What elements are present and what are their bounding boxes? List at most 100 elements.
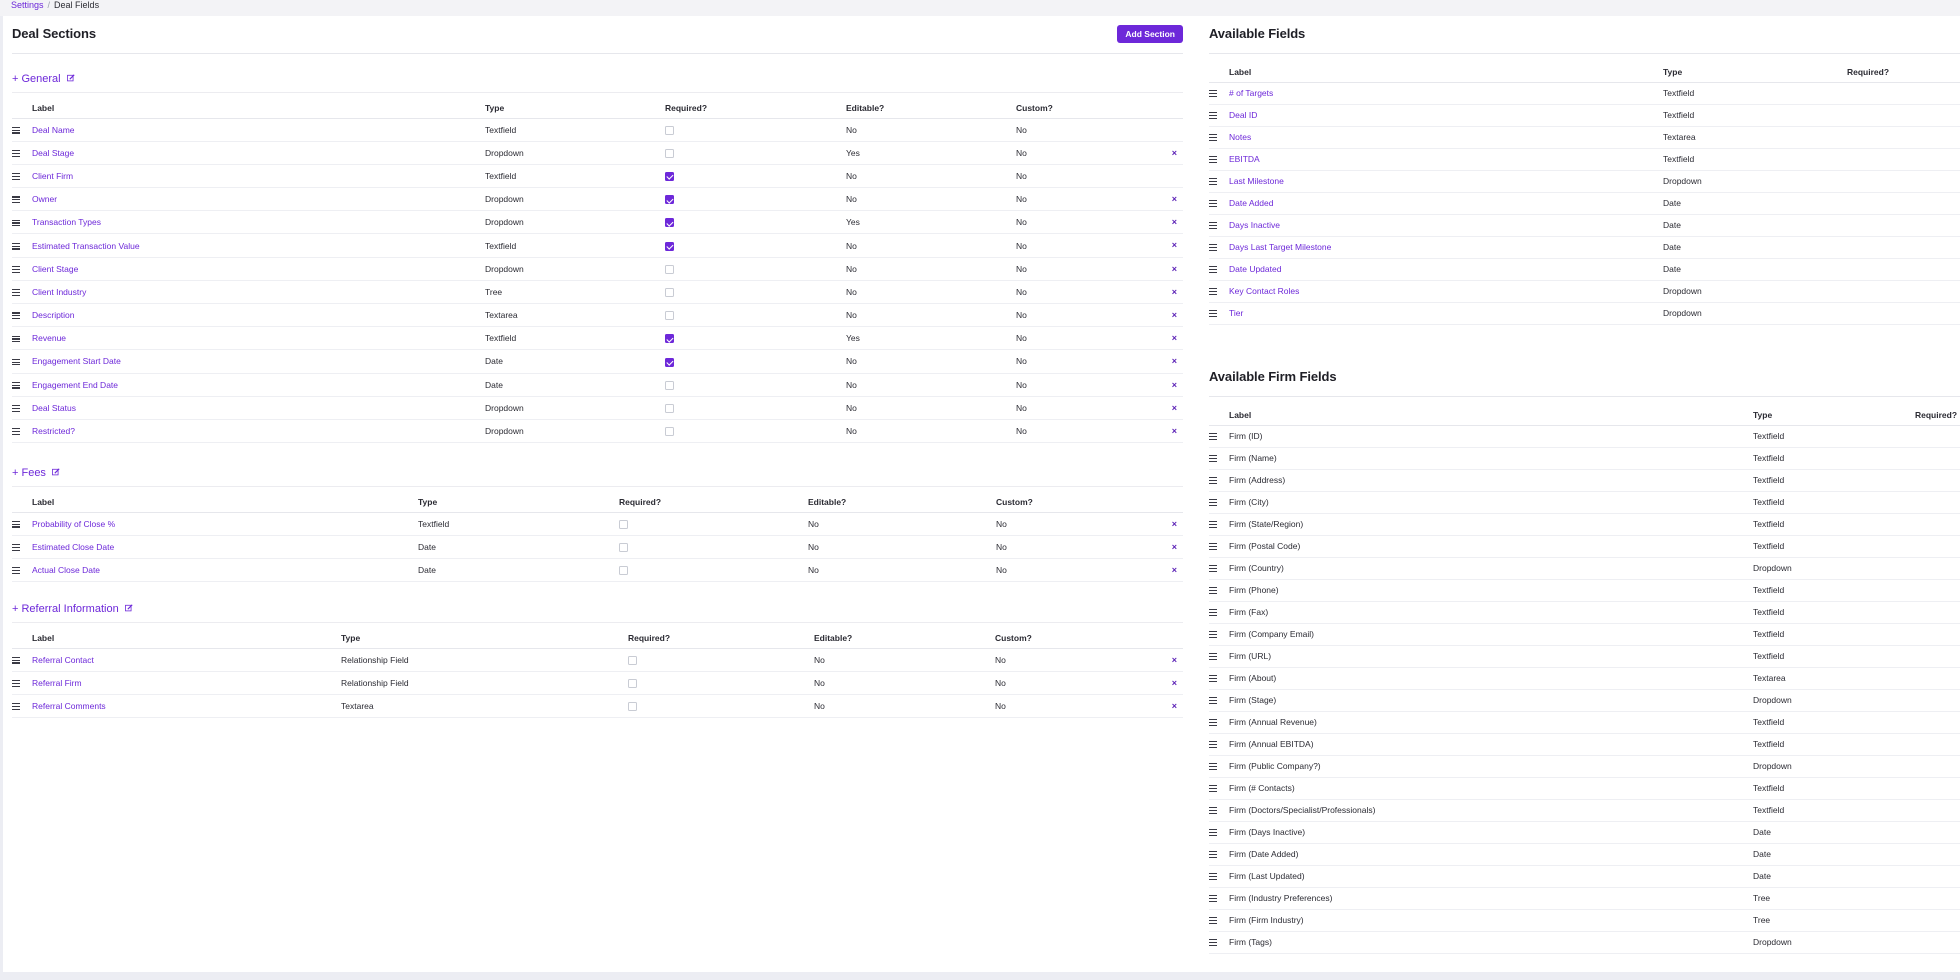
drag-cell[interactable] [12,648,32,672]
required-checkbox[interactable] [619,566,628,576]
field-label-link[interactable]: Firm (Phone) [1229,585,1279,595]
field-label-link[interactable]: Firm (Company Email) [1229,629,1314,639]
field-label-link[interactable]: Deal Stage [32,148,74,158]
drag-handle-icon[interactable] [1209,939,1217,946]
drag-handle-icon[interactable] [1209,829,1217,836]
remove-field-icon[interactable]: × [1172,542,1179,552]
drag-handle-icon[interactable] [1209,288,1217,295]
field-label-link[interactable]: Deal ID [1229,110,1257,120]
field-label-link[interactable]: Days Last Target Milestone [1229,242,1331,252]
drag-cell[interactable] [12,419,32,444]
required-checkbox[interactable] [665,241,674,251]
drag-handle-icon[interactable] [1209,200,1217,207]
drag-handle-icon[interactable] [1209,134,1217,141]
drag-handle-icon[interactable] [1209,477,1217,484]
drag-cell[interactable] [12,257,32,281]
drag-cell[interactable] [1209,535,1229,558]
field-label-link[interactable]: Referral Comments [32,701,106,711]
drag-cell[interactable] [12,373,32,397]
drag-handle-icon[interactable] [1209,631,1217,638]
remove-field-icon[interactable]: × [1172,356,1179,366]
field-label-link[interactable]: Engagement Start Date [32,356,121,366]
drag-cell[interactable] [1209,601,1229,624]
drag-cell[interactable] [1209,777,1229,800]
drag-handle-icon[interactable] [12,680,20,687]
required-checkbox[interactable] [619,542,628,552]
field-label-link[interactable]: Firm (Days Inactive) [1229,827,1305,837]
required-checkbox[interactable] [665,288,674,298]
field-label-link[interactable]: Firm (# Contacts) [1229,783,1295,793]
required-checkbox[interactable] [665,264,674,274]
field-label-link[interactable]: Tier [1229,308,1243,318]
drag-cell[interactable] [12,118,32,142]
remove-field-icon[interactable]: × [1172,380,1179,390]
drag-handle-icon[interactable] [1209,785,1217,792]
remove-field-icon[interactable]: × [1172,217,1179,227]
drag-cell[interactable] [1209,909,1229,932]
drag-handle-icon[interactable] [1209,851,1217,858]
drag-handle-icon[interactable] [12,703,20,710]
drag-handle-icon[interactable] [1209,244,1217,251]
drag-cell[interactable] [1209,843,1229,866]
drag-cell[interactable] [1209,447,1229,470]
drag-cell[interactable] [1209,280,1229,303]
drag-cell[interactable] [1209,148,1229,171]
required-checkbox[interactable] [665,380,674,390]
drag-handle-icon[interactable] [1209,266,1217,273]
field-label-link[interactable]: Date Added [1229,198,1273,208]
required-checkbox[interactable] [628,678,637,688]
remove-field-icon[interactable]: × [1172,426,1179,436]
drag-cell[interactable] [1209,711,1229,734]
drag-cell[interactable] [1209,425,1229,448]
field-label-link[interactable]: Restricted? [32,426,75,436]
drag-cell[interactable] [1209,491,1229,514]
field-label-link[interactable]: Description [32,310,75,320]
field-label-link[interactable]: Firm (Firm Industry) [1229,915,1304,925]
remove-field-icon[interactable]: × [1172,287,1179,297]
field-label-link[interactable]: Engagement End Date [32,380,118,390]
field-label-link[interactable]: Estimated Close Date [32,542,114,552]
required-checkbox[interactable] [665,311,674,321]
remove-field-icon[interactable]: × [1172,240,1179,250]
drag-handle-icon[interactable] [12,358,20,366]
drag-handle-icon[interactable] [1209,719,1217,726]
drag-cell[interactable] [1209,821,1229,844]
drag-cell[interactable] [1209,733,1229,756]
drag-handle-icon[interactable] [1209,455,1217,462]
breadcrumb-settings-link[interactable]: Settings [11,0,44,10]
drag-cell[interactable] [12,558,32,583]
drag-cell[interactable] [1209,170,1229,193]
field-label-link[interactable]: Firm (City) [1229,497,1269,507]
field-label-link[interactable]: Firm (Address) [1229,475,1285,485]
required-checkbox[interactable] [665,195,674,205]
drag-handle-icon[interactable] [1209,697,1217,704]
drag-handle-icon[interactable] [1209,222,1217,229]
drag-cell[interactable] [12,187,32,212]
required-checkbox[interactable] [665,172,674,182]
field-label-link[interactable]: Days Inactive [1229,220,1280,230]
field-label-link[interactable]: Client Stage [32,264,78,274]
drag-cell[interactable] [1209,192,1229,215]
required-checkbox[interactable] [665,218,674,228]
remove-field-icon[interactable]: × [1172,701,1179,711]
drag-handle-icon[interactable] [12,428,20,436]
drag-cell[interactable] [1209,214,1229,237]
drag-handle-icon[interactable] [12,312,20,320]
drag-cell[interactable] [12,326,32,351]
field-label-link[interactable]: Revenue [32,333,66,343]
field-label-link[interactable]: Firm (URL) [1229,651,1271,661]
drag-cell[interactable] [1209,513,1229,536]
required-checkbox[interactable] [665,125,674,135]
drag-handle-icon[interactable] [12,265,20,273]
drag-handle-icon[interactable] [1209,178,1217,185]
remove-field-icon[interactable]: × [1172,403,1179,413]
remove-field-icon[interactable]: × [1172,264,1179,274]
field-label-link[interactable]: Firm (Tags) [1229,937,1272,947]
drag-handle-icon[interactable] [1209,433,1217,440]
drag-handle-icon[interactable] [1209,156,1217,163]
drag-cell[interactable] [12,694,32,719]
drag-handle-icon[interactable] [1209,741,1217,748]
drag-handle-icon[interactable] [12,289,20,296]
field-label-link[interactable]: Referral Firm [32,678,82,688]
drag-handle-icon[interactable] [1209,675,1217,682]
